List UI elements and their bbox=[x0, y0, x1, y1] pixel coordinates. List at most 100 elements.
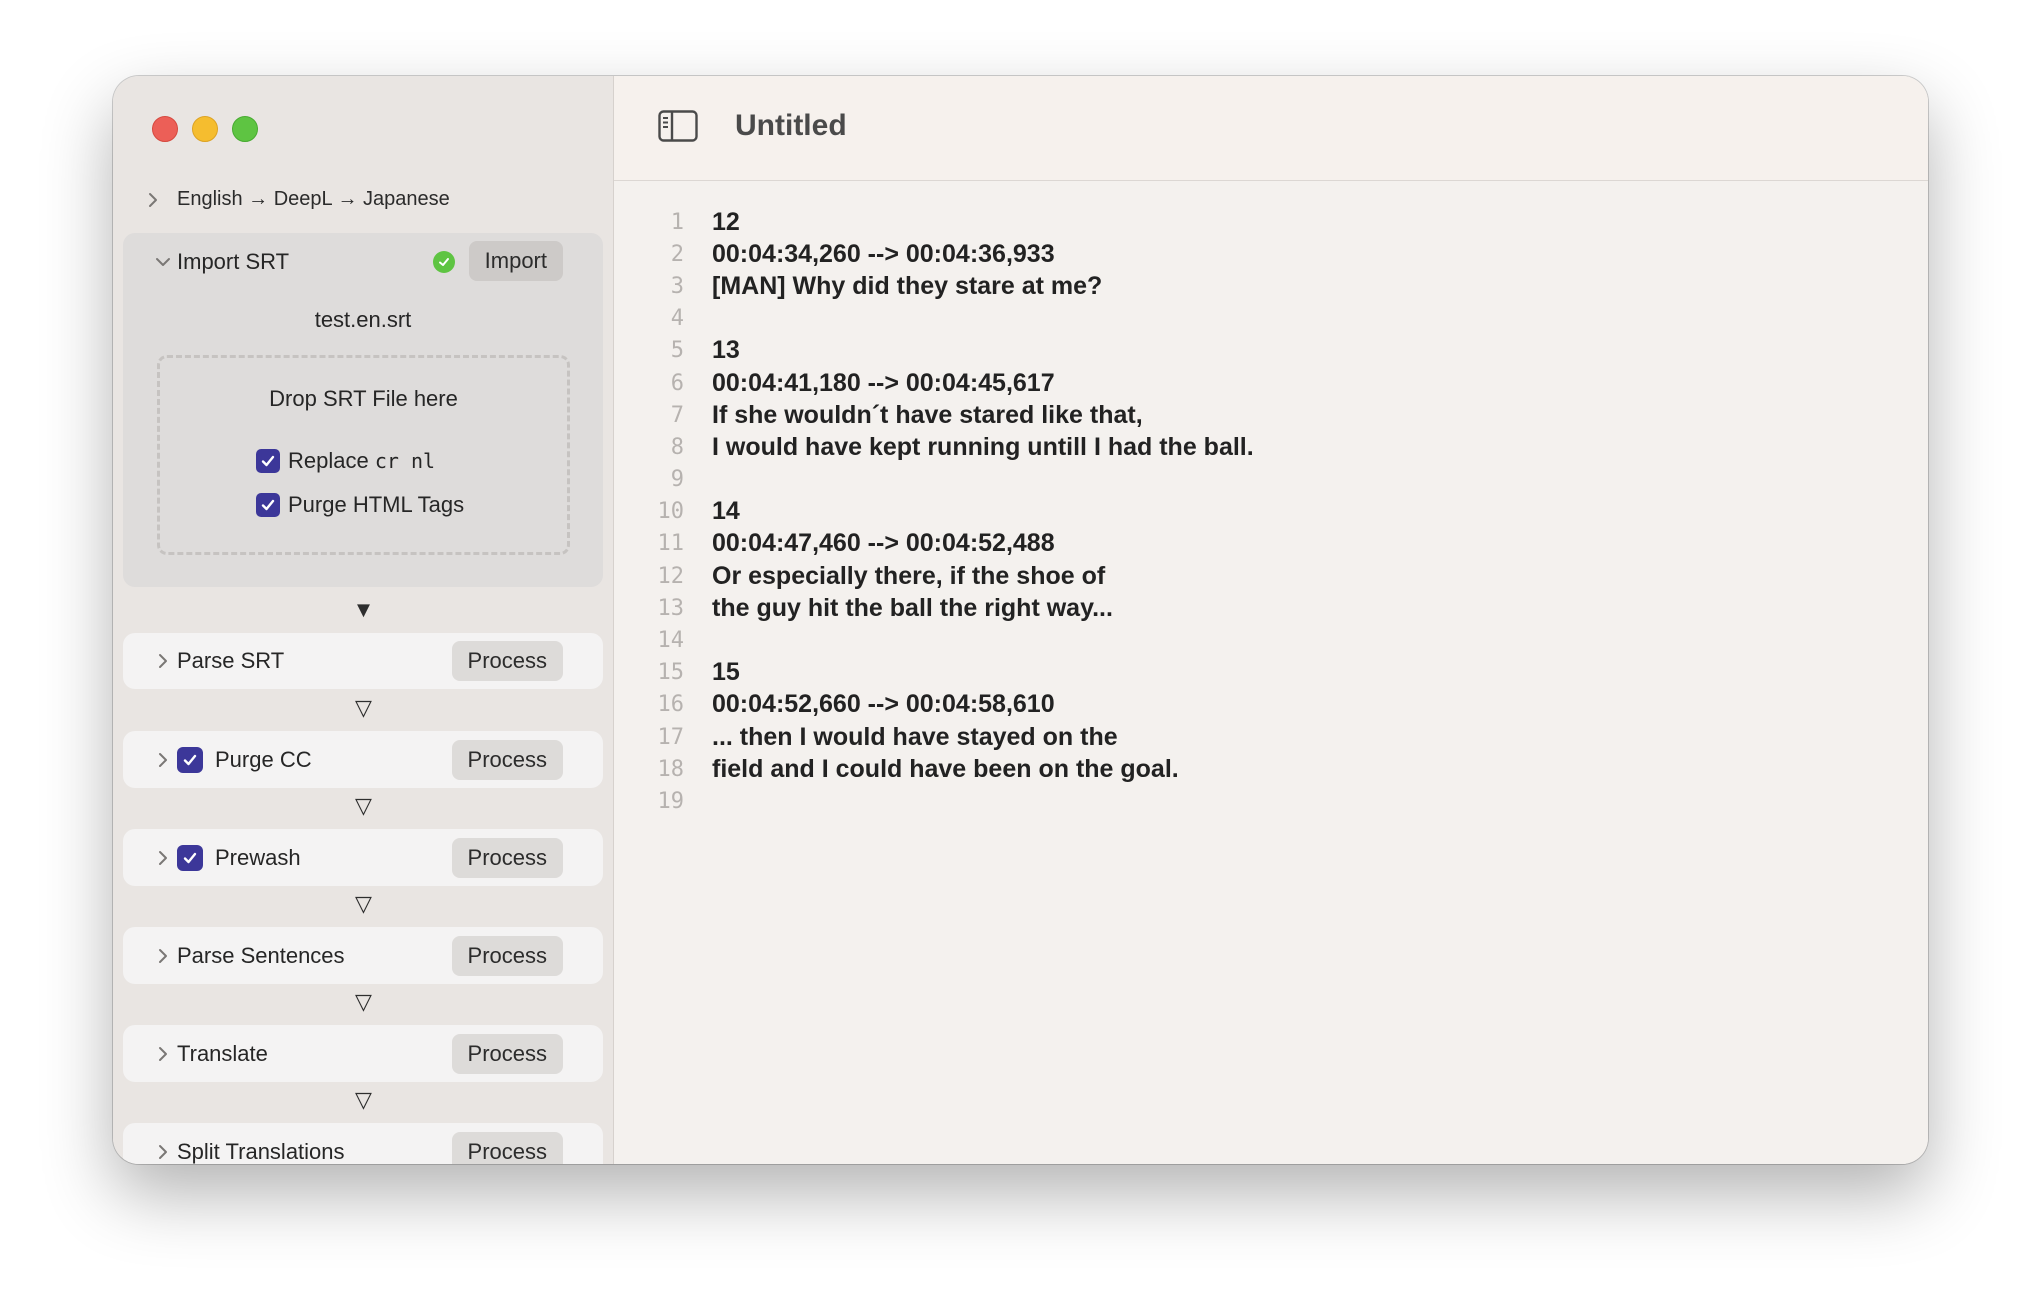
prewash-checkbox[interactable] bbox=[177, 844, 203, 871]
step-split-translations: Split Translations Process bbox=[123, 1123, 603, 1164]
editor-line[interactable]: 4 bbox=[614, 303, 1928, 335]
line-text[interactable]: 14 bbox=[712, 497, 740, 526]
editor-line[interactable]: 12 Or especially there, if the shoe of bbox=[614, 560, 1928, 592]
import-srt-panel: Import SRT Import test.en.srt Drop SRT F… bbox=[123, 233, 603, 587]
line-text[interactable]: 00:04:41,180 --> 00:04:45,617 bbox=[712, 369, 1055, 398]
line-text[interactable]: ... then I would have stayed on the bbox=[712, 723, 1118, 752]
zoom-window-button[interactable] bbox=[232, 116, 258, 142]
chevron-right-icon[interactable] bbox=[153, 946, 173, 966]
line-text[interactable]: 12 bbox=[712, 208, 740, 237]
line-number: 16 bbox=[657, 692, 685, 718]
minimize-window-button[interactable] bbox=[192, 116, 218, 142]
line-text[interactable]: 00:04:52,660 --> 00:04:58,610 bbox=[712, 690, 1055, 719]
line-text[interactable]: 15 bbox=[712, 658, 740, 687]
line-text[interactable]: If she wouldn´t have stared like that, bbox=[712, 401, 1143, 430]
chevron-right-icon bbox=[143, 190, 163, 210]
purge-html-option[interactable]: Purge HTML Tags bbox=[256, 492, 464, 518]
import-srt-header[interactable]: Import SRT Import bbox=[123, 233, 603, 291]
editor-line[interactable]: 8 I would have kept running untill I had … bbox=[614, 431, 1928, 463]
step-purge-cc: Purge CC Process bbox=[123, 731, 603, 788]
chevron-right-icon[interactable] bbox=[153, 848, 173, 868]
line-number: 10 bbox=[657, 499, 685, 525]
step-translate: Translate Process bbox=[123, 1025, 603, 1082]
line-number: 19 bbox=[657, 788, 685, 814]
editor-line[interactable]: 1 12 bbox=[614, 206, 1928, 238]
replace-crnl-checkbox[interactable] bbox=[256, 449, 280, 473]
document-title: Untitled bbox=[735, 109, 847, 142]
import-srt-label: Import SRT bbox=[177, 249, 290, 274]
line-number: 2 bbox=[670, 241, 684, 267]
process-button[interactable]: Process bbox=[451, 641, 563, 681]
flow-arrow: ▽ bbox=[355, 1087, 372, 1112]
flow-arrow: ▽ bbox=[355, 695, 372, 720]
process-button[interactable]: Process bbox=[451, 1131, 563, 1164]
step-label: Purge CC bbox=[215, 746, 312, 772]
step-label: Parse Sentences bbox=[177, 942, 345, 968]
line-number: 4 bbox=[670, 306, 684, 332]
line-number: 5 bbox=[670, 338, 684, 364]
chevron-down-icon[interactable] bbox=[153, 252, 173, 272]
pipeline-breadcrumb[interactable]: English → DeepL → Japanese bbox=[143, 188, 450, 211]
line-text[interactable]: Or especially there, if the shoe of bbox=[712, 562, 1105, 591]
line-number: 7 bbox=[670, 402, 684, 428]
editor-line[interactable]: 10 14 bbox=[614, 496, 1928, 528]
line-number: 14 bbox=[657, 628, 685, 654]
step-parse-sentences: Parse Sentences Process bbox=[123, 927, 603, 984]
editor-line[interactable]: 2 00:04:34,260 --> 00:04:36,933 bbox=[614, 238, 1928, 270]
chevron-right-icon[interactable] bbox=[153, 1044, 173, 1064]
editor-line[interactable]: 14 bbox=[614, 624, 1928, 656]
line-text[interactable]: [MAN] Why did they stare at me? bbox=[712, 272, 1102, 301]
editor-line[interactable]: 15 15 bbox=[614, 657, 1928, 689]
editor-line[interactable]: 3 [MAN] Why did they stare at me? bbox=[614, 270, 1928, 302]
process-button[interactable]: Process bbox=[451, 935, 563, 976]
line-text[interactable]: I would have kept running untill I had t… bbox=[712, 433, 1254, 462]
title-bar: Untitled bbox=[614, 76, 1928, 181]
sidebar-toggle-icon[interactable] bbox=[658, 110, 698, 142]
imported-filename: test.en.srt bbox=[314, 307, 412, 332]
chevron-right-icon[interactable] bbox=[153, 750, 173, 770]
srt-drop-zone[interactable]: Drop SRT File here Replace cr nl Purge H… bbox=[157, 355, 570, 555]
process-button[interactable]: Process bbox=[451, 739, 563, 780]
line-number: 3 bbox=[670, 273, 684, 299]
line-number: 18 bbox=[657, 756, 685, 782]
editor-line[interactable]: 19 bbox=[614, 785, 1928, 817]
replace-crnl-label: Replace cr nl bbox=[288, 448, 436, 473]
process-button[interactable]: Process bbox=[451, 1033, 563, 1074]
line-number: 6 bbox=[670, 370, 684, 396]
line-text[interactable]: 00:04:34,260 --> 00:04:36,933 bbox=[712, 240, 1055, 269]
process-button[interactable]: Process bbox=[451, 837, 563, 878]
line-number: 11 bbox=[657, 531, 685, 557]
drop-zone-label: Drop SRT File here bbox=[269, 386, 458, 411]
chevron-right-icon[interactable] bbox=[153, 651, 173, 671]
editor-line[interactable]: 13 the guy hit the ball the right way... bbox=[614, 592, 1928, 624]
flow-arrow: ▽ bbox=[355, 989, 372, 1014]
editor-line[interactable]: 5 13 bbox=[614, 335, 1928, 367]
step-label: Parse SRT bbox=[177, 648, 285, 673]
purge-html-label: Purge HTML Tags bbox=[288, 492, 465, 517]
app-window: English → DeepL → Japanese Import SRT Im… bbox=[113, 76, 1928, 1164]
replace-crnl-option[interactable]: Replace cr nl bbox=[256, 448, 435, 474]
chevron-right-icon[interactable] bbox=[153, 1142, 173, 1162]
editor-line[interactable]: 7 If she wouldn´t have stared like that, bbox=[614, 399, 1928, 431]
success-check-icon bbox=[433, 251, 455, 273]
line-text[interactable]: 00:04:47,460 --> 00:04:52,488 bbox=[712, 529, 1055, 558]
purge-html-checkbox[interactable] bbox=[256, 493, 280, 517]
text-editor[interactable]: 1 12 2 00:04:34,260 --> 00:04:36,933 3 [MAN] … bbox=[614, 206, 1928, 818]
line-text[interactable]: the guy hit the ball the right way... bbox=[712, 594, 1113, 623]
editor-line[interactable]: 18 field and I could have been on the goa… bbox=[614, 753, 1928, 785]
editor-line[interactable]: 16 00:04:52,660 --> 00:04:58,610 bbox=[614, 689, 1928, 721]
main-content: Untitled 1 12 2 00:04:34,260 --> 00:04:36,9… bbox=[614, 76, 1928, 1164]
purge-cc-checkbox[interactable] bbox=[177, 746, 203, 773]
editor-line[interactable]: 17 ... then I would have stayed on the bbox=[614, 721, 1928, 753]
flow-arrow: ▽ bbox=[355, 891, 372, 916]
line-number: 12 bbox=[657, 563, 685, 589]
line-number: 1 bbox=[670, 209, 684, 235]
editor-line[interactable]: 9 bbox=[614, 464, 1928, 496]
line-text[interactable]: 13 bbox=[712, 336, 740, 365]
step-prewash: Prewash Process bbox=[123, 829, 603, 886]
import-button[interactable]: Import bbox=[468, 241, 563, 281]
editor-line[interactable]: 6 00:04:41,180 --> 00:04:45,617 bbox=[614, 367, 1928, 399]
line-text[interactable]: field and I could have been on the goal. bbox=[712, 755, 1179, 784]
editor-line[interactable]: 11 00:04:47,460 --> 00:04:52,488 bbox=[614, 528, 1928, 560]
close-window-button[interactable] bbox=[152, 116, 178, 142]
